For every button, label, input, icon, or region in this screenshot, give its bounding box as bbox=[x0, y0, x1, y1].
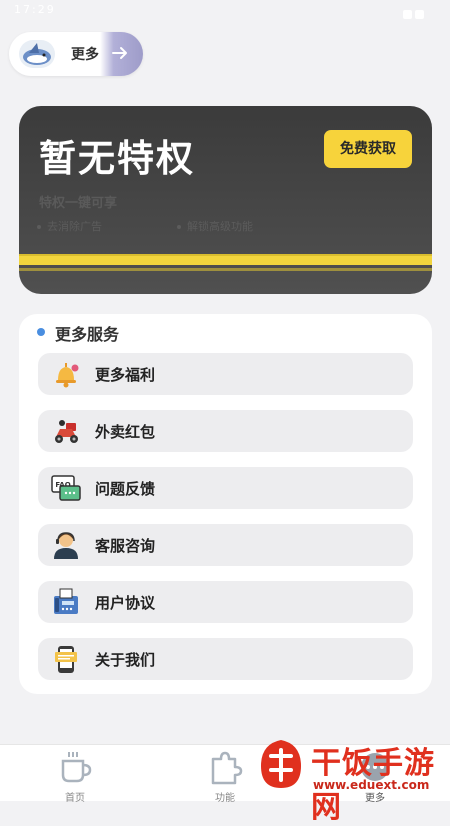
more-pill-button[interactable]: 更多 bbox=[9, 32, 143, 76]
nav-label: 首页 bbox=[65, 793, 85, 804]
scooter-icon bbox=[55, 420, 78, 443]
privilege-card: 暂无特权 免费获取 特权一键可享 去消除广告 解锁高级功能 bbox=[19, 106, 432, 294]
shark-avatar-icon bbox=[19, 40, 55, 68]
faq-icon: FAQ bbox=[51, 475, 81, 501]
status-icons bbox=[400, 4, 440, 19]
privilege-bullet: 去消除广告 bbox=[37, 218, 102, 234]
privilege-bullet: 解锁高级功能 bbox=[177, 218, 253, 234]
nav-item-home[interactable]: 首页 bbox=[25, 745, 125, 804]
phone-info-icon bbox=[55, 646, 77, 673]
arrow-right-icon bbox=[112, 47, 127, 59]
watermark-logo-icon bbox=[261, 740, 301, 788]
service-item-about-us[interactable]: 关于我们 bbox=[38, 638, 413, 680]
bell-icon bbox=[56, 363, 79, 388]
coffee-cup-icon bbox=[61, 752, 92, 783]
service-label: 更多福利 bbox=[95, 366, 156, 384]
battery-icon bbox=[415, 10, 424, 19]
fax-phone-icon bbox=[54, 588, 78, 614]
service-item-takeout-coupon[interactable]: 外卖红包 bbox=[38, 410, 413, 452]
service-label: 客服咨询 bbox=[95, 537, 156, 555]
watermark-url: www.eduext.com bbox=[313, 778, 430, 792]
service-item-more-benefits[interactable]: 更多福利 bbox=[38, 353, 413, 395]
status-time: 17:29 bbox=[14, 3, 56, 16]
service-item-user-agreement[interactable]: 用户协议 bbox=[38, 581, 413, 623]
section-dot-icon bbox=[37, 328, 45, 336]
more-label: 更多 bbox=[71, 47, 99, 63]
service-item-feedback[interactable]: FAQ 问题反馈 bbox=[38, 467, 413, 509]
free-claim-button[interactable]: 免费获取 bbox=[324, 130, 412, 168]
more-services-panel: 更多服务 更多福利 外卖红包 FAQ 问题反馈 客服咨询 用户协议 关于我们 bbox=[19, 314, 432, 694]
section-title: 更多服务 bbox=[55, 325, 120, 344]
privilege-subtitle: 特权一键可享 bbox=[39, 196, 118, 211]
service-label: 用户协议 bbox=[95, 594, 156, 612]
support-agent-icon bbox=[54, 532, 78, 559]
card-stripe bbox=[19, 254, 432, 265]
service-label: 外卖红包 bbox=[95, 423, 156, 441]
service-label: 关于我们 bbox=[95, 651, 156, 669]
wifi-icon bbox=[403, 10, 412, 19]
privilege-title: 暂无特权 bbox=[39, 137, 195, 180]
service-item-customer-service[interactable]: 客服咨询 bbox=[38, 524, 413, 566]
status-bar: 17:29 bbox=[0, 0, 450, 22]
service-label: 问题反馈 bbox=[95, 480, 156, 498]
puzzle-icon bbox=[211, 751, 243, 785]
card-stripe-thin bbox=[19, 268, 432, 271]
watermark: 干饭手游网 www.eduext.com bbox=[255, 736, 445, 825]
